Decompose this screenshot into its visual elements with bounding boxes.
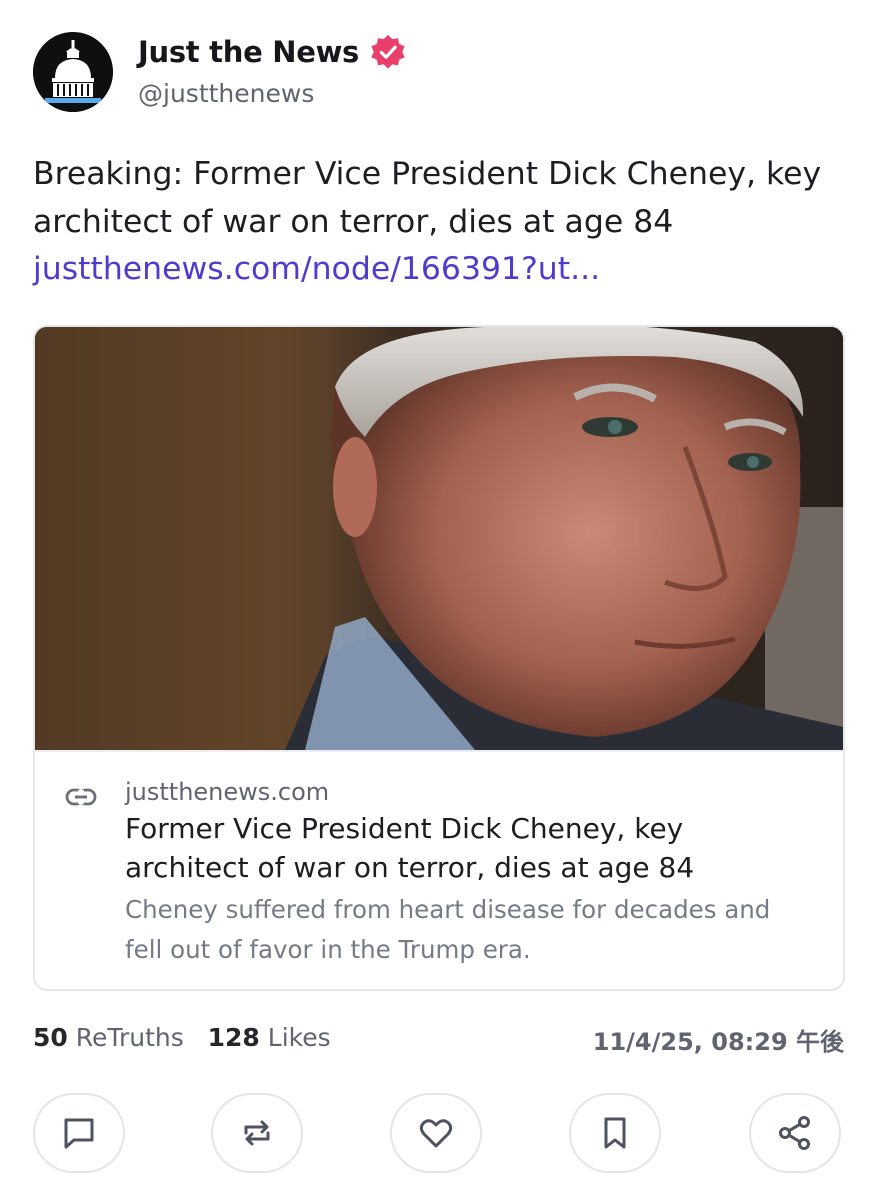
- engagement-stats: 50 ReTruths 128 Likes: [33, 1020, 331, 1056]
- bookmark-button[interactable]: [569, 1093, 661, 1173]
- card-divider: [35, 750, 843, 752]
- verified-badge-icon: [371, 34, 405, 69]
- post-text: Breaking: Former Vice President Dick Che…: [33, 156, 822, 240]
- bookmark-icon: [604, 1117, 626, 1149]
- reply-button[interactable]: [33, 1093, 125, 1173]
- likes-stat[interactable]: 128 Likes: [208, 1023, 331, 1052]
- likes-label: Likes: [267, 1023, 331, 1052]
- card-title: Former Vice President Dick Cheney, key a…: [125, 812, 695, 884]
- retruth-button[interactable]: [211, 1093, 303, 1173]
- post-link[interactable]: justthenews.com/node/166391?ut...: [33, 245, 600, 293]
- avatar[interactable]: [33, 32, 113, 112]
- retruths-stat[interactable]: 50 ReTruths: [33, 1023, 184, 1052]
- like-icon: [419, 1119, 453, 1148]
- portrait-photo: [35, 327, 843, 750]
- share-icon: [779, 1116, 810, 1150]
- handle[interactable]: @justthenews: [138, 78, 314, 110]
- reply-icon: [64, 1118, 94, 1149]
- link-icon: [65, 788, 97, 806]
- capitol-logo-icon: [33, 32, 113, 112]
- card-image: [35, 327, 843, 750]
- card-description: Cheney suffered from heart disease for d…: [125, 895, 771, 964]
- post-timestamp: 11/4/25, 08:29 午後: [592, 1028, 844, 1056]
- retruths-count: 50: [33, 1023, 68, 1052]
- card-domain: justthenews.com: [125, 778, 330, 806]
- retruths-label: ReTruths: [75, 1023, 184, 1052]
- like-button[interactable]: [390, 1093, 482, 1173]
- likes-count: 128: [207, 1023, 260, 1052]
- display-name-row[interactable]: Just the News: [138, 32, 407, 72]
- display-name[interactable]: Just the News: [138, 32, 359, 72]
- retruth-icon: [244, 1120, 270, 1146]
- share-button[interactable]: [749, 1093, 841, 1173]
- link-preview-card[interactable]: justthenews.com Former Vice President Di…: [33, 325, 845, 991]
